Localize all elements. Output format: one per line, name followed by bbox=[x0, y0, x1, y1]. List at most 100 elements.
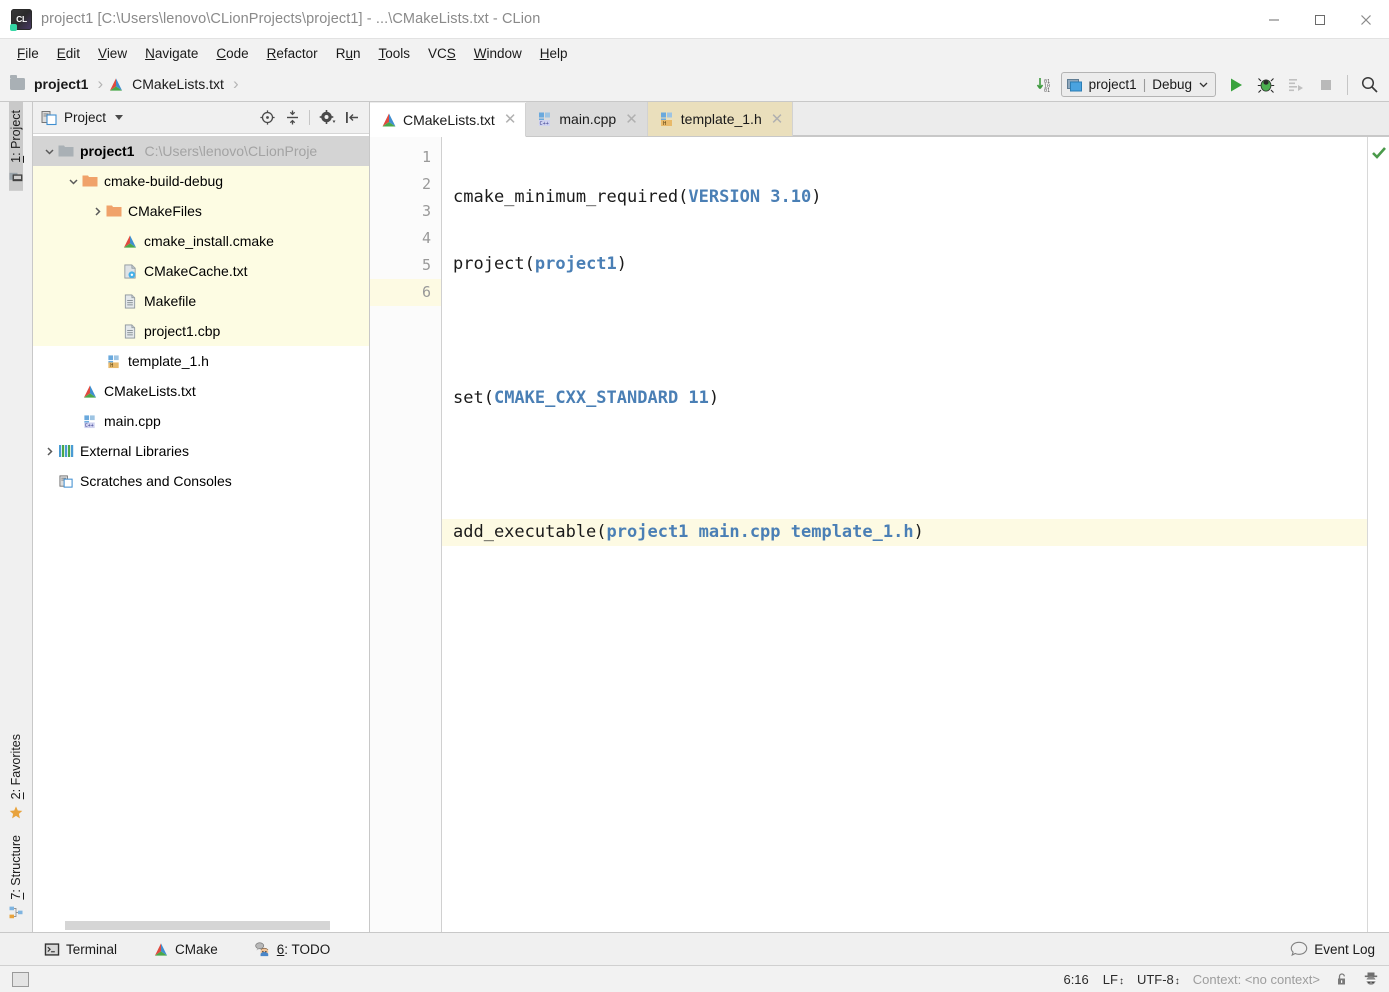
caret-position[interactable]: 6:16 bbox=[1063, 972, 1088, 987]
event-log-button[interactable]: Event Log bbox=[1290, 941, 1375, 957]
status-bar: 6:16 LF↕ UTF-8↕ Context: <no context> bbox=[0, 965, 1389, 992]
svg-text:C++: C++ bbox=[84, 423, 93, 429]
tree-node-scratches[interactable]: Scratches and Consoles bbox=[33, 466, 369, 496]
hector-icon[interactable] bbox=[1363, 971, 1379, 987]
maximize-button[interactable] bbox=[1297, 0, 1343, 39]
project-tree-horizontal-scrollbar[interactable] bbox=[33, 919, 369, 932]
debug-button[interactable] bbox=[1252, 71, 1280, 99]
run-button[interactable] bbox=[1222, 71, 1250, 99]
cmake-file-icon bbox=[110, 77, 123, 91]
tree-node-cmakefiles-label: CMakeFiles bbox=[128, 203, 202, 219]
cmake-cache-icon bbox=[121, 263, 138, 280]
header-file-icon: H bbox=[660, 112, 672, 127]
close-icon[interactable]: ✕ bbox=[504, 112, 517, 127]
tree-node-cmake-install[interactable]: cmake_install.cmake bbox=[33, 226, 369, 256]
scratches-icon bbox=[57, 473, 74, 490]
stop-button[interactable] bbox=[1312, 71, 1340, 99]
sidebar-item-favorites[interactable]: 2: Favorites bbox=[9, 726, 23, 827]
tab-template-1-h[interactable]: H template_1.h ✕ bbox=[647, 102, 794, 136]
bottom-item-cmake[interactable]: CMake bbox=[149, 940, 222, 959]
code-token-keyword: CMAKE_CXX_STANDARD 11 bbox=[493, 388, 709, 408]
hide-panel-button[interactable] bbox=[341, 107, 363, 129]
menu-edit[interactable]: Edit bbox=[48, 43, 89, 64]
context-indicator[interactable]: Context: <no context> bbox=[1193, 972, 1320, 987]
tab-template-1-h-label: template_1.h bbox=[680, 111, 762, 127]
chevron-down-icon[interactable] bbox=[41, 143, 57, 159]
tab-cmakelists-txt[interactable]: CMakeLists.txt ✕ bbox=[370, 103, 527, 137]
tree-node-cmakefiles[interactable]: CMakeFiles bbox=[33, 196, 369, 226]
breadcrumb-project1[interactable]: project1 bbox=[10, 75, 90, 92]
bottom-item-todo[interactable]: 6: TODO bbox=[250, 940, 335, 959]
project-tree[interactable]: project1 C:\Users\lenovo\CLionProje cmak… bbox=[33, 134, 369, 919]
menu-file-label: ile bbox=[25, 45, 39, 61]
menu-help[interactable]: Help bbox=[531, 43, 577, 64]
structure-icon bbox=[9, 907, 23, 919]
tree-node-main-cpp[interactable]: C++ main.cpp bbox=[33, 406, 369, 436]
project-panel-header: Project bbox=[33, 102, 369, 134]
settings-button[interactable] bbox=[316, 107, 338, 129]
encoding[interactable]: UTF-8↕ bbox=[1137, 972, 1180, 987]
sidebar-item-project[interactable]: 1: Project bbox=[9, 102, 23, 191]
scrollbar-thumb[interactable] bbox=[65, 921, 330, 930]
menu-view[interactable]: View bbox=[89, 43, 136, 64]
tree-node-cmakelists[interactable]: CMakeLists.txt bbox=[33, 376, 369, 406]
collapse-all-button[interactable] bbox=[281, 107, 303, 129]
project-panel-title: Project bbox=[64, 110, 107, 125]
tree-node-makefile[interactable]: Makefile bbox=[33, 286, 369, 316]
code-content[interactable]: cmake_minimum_required(VERSION 3.10) pro… bbox=[442, 137, 1367, 932]
line-separator[interactable]: LF↕ bbox=[1103, 972, 1124, 987]
run-config-divider: | bbox=[1142, 77, 1147, 92]
toggle-toolbar-icon[interactable] bbox=[12, 971, 29, 987]
tab-main-cpp[interactable]: C++ main.cpp ✕ bbox=[526, 102, 648, 136]
menu-vcs[interactable]: VCS bbox=[419, 43, 465, 64]
minimize-button[interactable] bbox=[1251, 0, 1297, 39]
tree-node-project1-cbp[interactable]: project1.cbp bbox=[33, 316, 369, 346]
lock-icon[interactable] bbox=[1334, 972, 1349, 987]
bottom-item-cmake-label: CMake bbox=[175, 941, 218, 957]
breadcrumb-cmakelists[interactable]: CMakeLists.txt bbox=[108, 76, 226, 92]
close-button[interactable] bbox=[1343, 0, 1389, 39]
menu-refactor[interactable]: Refactor bbox=[258, 43, 327, 64]
editor-area: CMakeLists.txt ✕ C++ main.cpp ✕ H templa… bbox=[370, 102, 1389, 932]
tree-node-project1[interactable]: project1 C:\Users\lenovo\CLionProje bbox=[33, 136, 369, 166]
tree-node-project1-path: C:\Users\lenovo\CLionProje bbox=[144, 143, 318, 159]
cmake-file-icon bbox=[121, 233, 138, 250]
download-binary-icon[interactable]: 01 10 01 bbox=[1031, 71, 1059, 99]
menu-view-label: iew bbox=[106, 45, 128, 61]
tree-node-cmakecache[interactable]: CMakeCache.txt bbox=[33, 256, 369, 286]
bottom-item-terminal[interactable]: Terminal bbox=[40, 940, 121, 959]
chevron-right-icon[interactable] bbox=[89, 203, 105, 219]
run-with-coverage-button[interactable] bbox=[1282, 71, 1310, 99]
menu-code[interactable]: Code bbox=[207, 43, 257, 64]
menu-run[interactable]: Run bbox=[327, 43, 370, 64]
tree-node-external-libraries[interactable]: External Libraries bbox=[33, 436, 369, 466]
tree-node-cmake-build-debug[interactable]: cmake-build-debug bbox=[33, 166, 369, 196]
run-config-build-type: Debug bbox=[1152, 77, 1192, 92]
green-check-icon bbox=[1372, 147, 1386, 159]
chevron-down-icon[interactable] bbox=[115, 115, 124, 120]
run-configuration-selector[interactable]: project1 | Debug bbox=[1060, 72, 1216, 97]
breadcrumb-cmakelists-label: CMakeLists.txt bbox=[132, 76, 224, 92]
close-icon[interactable]: ✕ bbox=[771, 112, 784, 127]
svg-text:H: H bbox=[663, 121, 666, 127]
editor-gutter[interactable]: 1 2 3 4 5 6 bbox=[370, 137, 442, 932]
sidebar-item-structure[interactable]: 7: Structure bbox=[9, 827, 23, 928]
run-config-icon bbox=[1066, 78, 1082, 91]
tree-node-project1-cbp-label: project1.cbp bbox=[144, 323, 221, 339]
menu-tools[interactable]: Tools bbox=[369, 43, 419, 64]
menu-file[interactable]: File bbox=[8, 43, 48, 64]
menu-navigate[interactable]: Navigate bbox=[136, 43, 207, 64]
chevron-right-icon[interactable] bbox=[41, 443, 57, 459]
menu-window[interactable]: Window bbox=[465, 43, 531, 64]
scroll-from-source-button[interactable] bbox=[256, 107, 278, 129]
chevron-down-icon[interactable] bbox=[65, 173, 81, 189]
editor-marker-gutter[interactable] bbox=[1367, 137, 1389, 932]
search-everywhere-button[interactable] bbox=[1355, 71, 1383, 99]
project-tool-window: Project project1 C:\Users\lenovo\CLionPr… bbox=[33, 102, 370, 932]
close-icon[interactable]: ✕ bbox=[625, 112, 638, 127]
tree-node-template-1-h[interactable]: H template_1.h bbox=[33, 346, 369, 376]
code-editor[interactable]: 1 2 3 4 5 6 cmake_minimum_required(VERSI… bbox=[370, 137, 1389, 932]
